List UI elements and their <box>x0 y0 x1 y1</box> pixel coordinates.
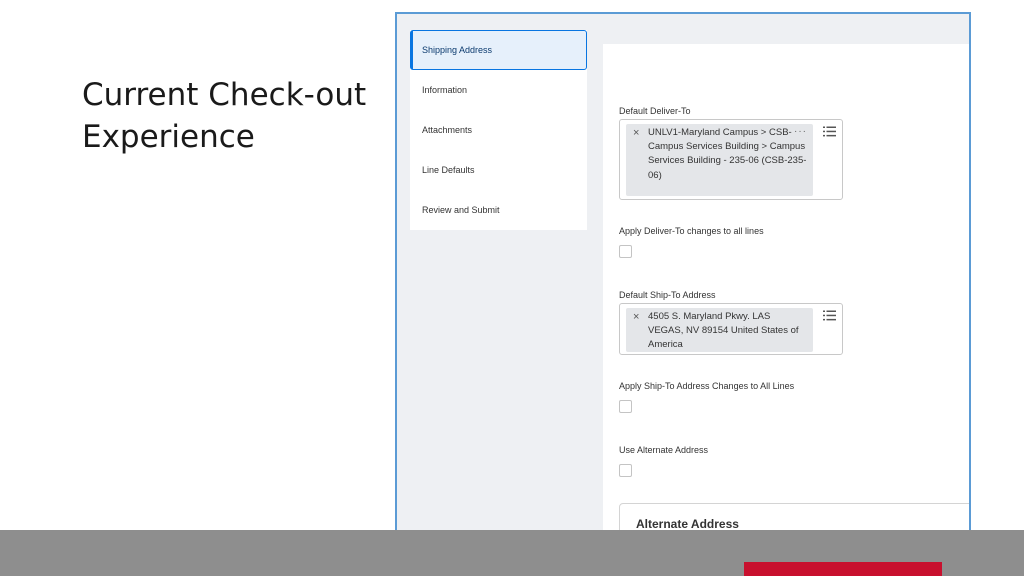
checkout-screenshot: Shipping Address Information Attachments… <box>395 12 971 557</box>
alternate-address-title: Alternate Address <box>636 517 739 531</box>
apply-ship-to-label: Apply Ship-To Address Changes to All Lin… <box>619 381 795 391</box>
slide-title-line-1: Current Check-out <box>82 77 367 113</box>
list-prompt-icon[interactable] <box>823 126 836 137</box>
use-alternate-address-label: Use Alternate Address <box>619 445 709 455</box>
use-alternate-address-checkbox[interactable] <box>619 464 632 477</box>
checkout-step-nav: Shipping Address Information Attachments… <box>410 30 587 230</box>
ship-to-label: Default Ship-To Address <box>619 290 716 300</box>
nav-item-review-and-submit[interactable]: Review and Submit <box>410 190 587 230</box>
apply-ship-to-checkbox[interactable] <box>619 400 632 413</box>
ship-to-field[interactable]: × 4505 S. Maryland Pkwy. LAS VEGAS, NV 8… <box>619 303 843 355</box>
slide-title-line-2: Experience <box>82 119 255 155</box>
deliver-to-field[interactable]: × UNLV1-Maryland Campus > CSB-Campus Ser… <box>619 119 843 200</box>
apply-deliver-to-checkbox[interactable] <box>619 245 632 258</box>
slide-footer-accent <box>744 562 942 576</box>
nav-item-shipping-address[interactable]: Shipping Address <box>410 30 587 70</box>
remove-deliver-to-icon[interactable]: × <box>633 126 639 140</box>
nav-item-attachments[interactable]: Attachments <box>410 110 587 150</box>
deliver-to-value: UNLV1-Maryland Campus > CSB-Campus Servi… <box>648 127 807 181</box>
nav-item-information[interactable]: Information <box>410 70 587 110</box>
shipping-address-form: Default Deliver-To × UNLV1-Maryland Camp… <box>603 44 969 555</box>
ship-to-value: 4505 S. Maryland Pkwy. LAS VEGAS, NV 891… <box>648 311 799 351</box>
deliver-to-label: Default Deliver-To <box>619 106 691 116</box>
slide-title: Current Check-out Experience <box>82 74 366 158</box>
nav-item-line-defaults[interactable]: Line Defaults <box>410 150 587 190</box>
remove-ship-to-icon[interactable]: × <box>633 310 639 324</box>
list-prompt-icon[interactable] <box>823 310 836 321</box>
deliver-to-selected-pill: × UNLV1-Maryland Campus > CSB-Campus Ser… <box>626 124 813 196</box>
more-options-icon[interactable]: ··· <box>794 125 807 139</box>
ship-to-selected-pill: × 4505 S. Maryland Pkwy. LAS VEGAS, NV 8… <box>626 308 813 352</box>
apply-deliver-to-label: Apply Deliver-To changes to all lines <box>619 226 764 236</box>
